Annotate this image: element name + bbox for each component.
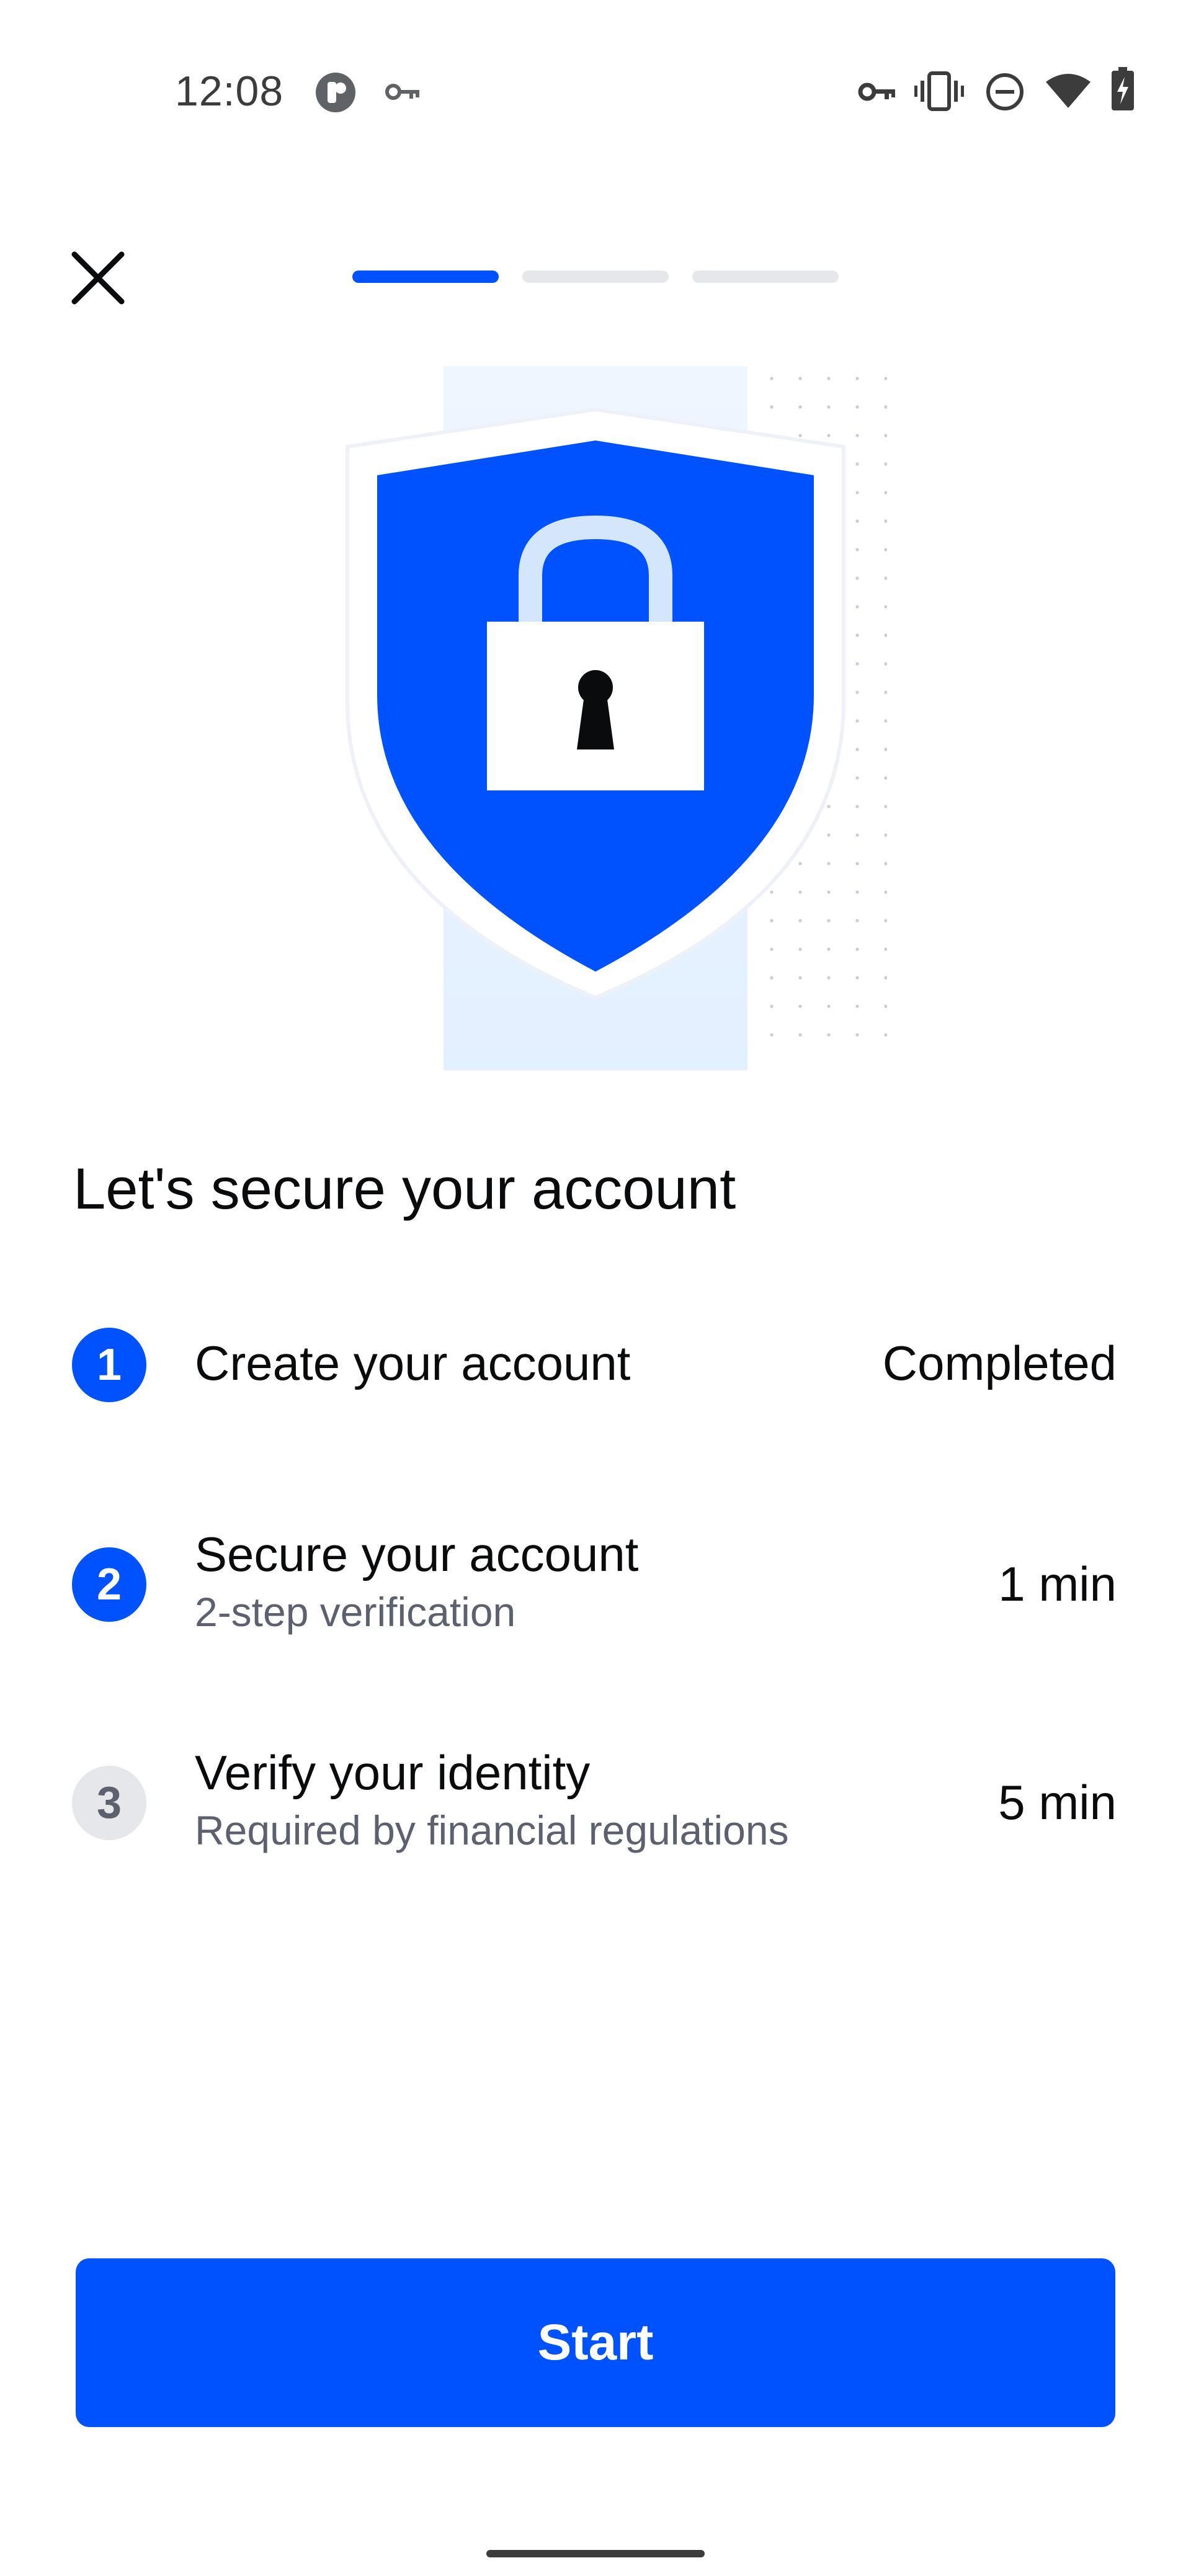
progress-segment-2: [522, 271, 669, 283]
close-icon: [71, 251, 125, 305]
step-status: 5 min: [998, 1775, 1117, 1830]
step-title: Secure your account: [195, 1527, 639, 1581]
step-create-account: 1 Create your account Completed: [0, 1322, 1191, 1408]
home-indicator[interactable]: [486, 2550, 705, 2557]
secure-account-screen: 12:08 Let's secure your account 1 Create…: [0, 0, 1191, 2576]
start-button[interactable]: Start: [76, 2258, 1115, 2427]
page-title: Let's secure your account: [73, 1156, 736, 1221]
battery-charging-icon: [1112, 67, 1134, 110]
close-button[interactable]: [61, 241, 135, 315]
step-number-badge: 2: [72, 1547, 146, 1622]
progress-segment-1: [352, 271, 499, 283]
step-secure-account: 2 Secure your account 2-step verificatio…: [0, 1526, 1191, 1638]
vpn-key-icon-right: [858, 83, 895, 101]
do-not-disturb-icon: [986, 73, 1024, 110]
step-subtitle: Required by financial regulations: [195, 1807, 789, 1853]
step-number-badge: 1: [72, 1328, 146, 1402]
step-title: Create your account: [195, 1336, 631, 1390]
status-time: 12:08: [175, 68, 284, 115]
vpn-key-icon: [385, 84, 419, 100]
step-verify-identity: 3 Verify your identity Required by finan…: [0, 1745, 1191, 1856]
step-subtitle: 2-step verification: [195, 1589, 516, 1635]
progress-segment-3: [692, 271, 839, 283]
step-status: 1 min: [998, 1557, 1117, 1611]
app-notification-icon: [316, 73, 355, 112]
step-number-badge: 3: [72, 1766, 146, 1840]
step-status: Completed: [882, 1336, 1117, 1390]
status-bar: 12:08: [0, 0, 1191, 161]
vibrate-icon: [914, 71, 964, 111]
wifi-icon: [1046, 74, 1091, 108]
shield-lock-icon: [346, 366, 887, 1070]
step-title: Verify your identity: [195, 1745, 591, 1800]
